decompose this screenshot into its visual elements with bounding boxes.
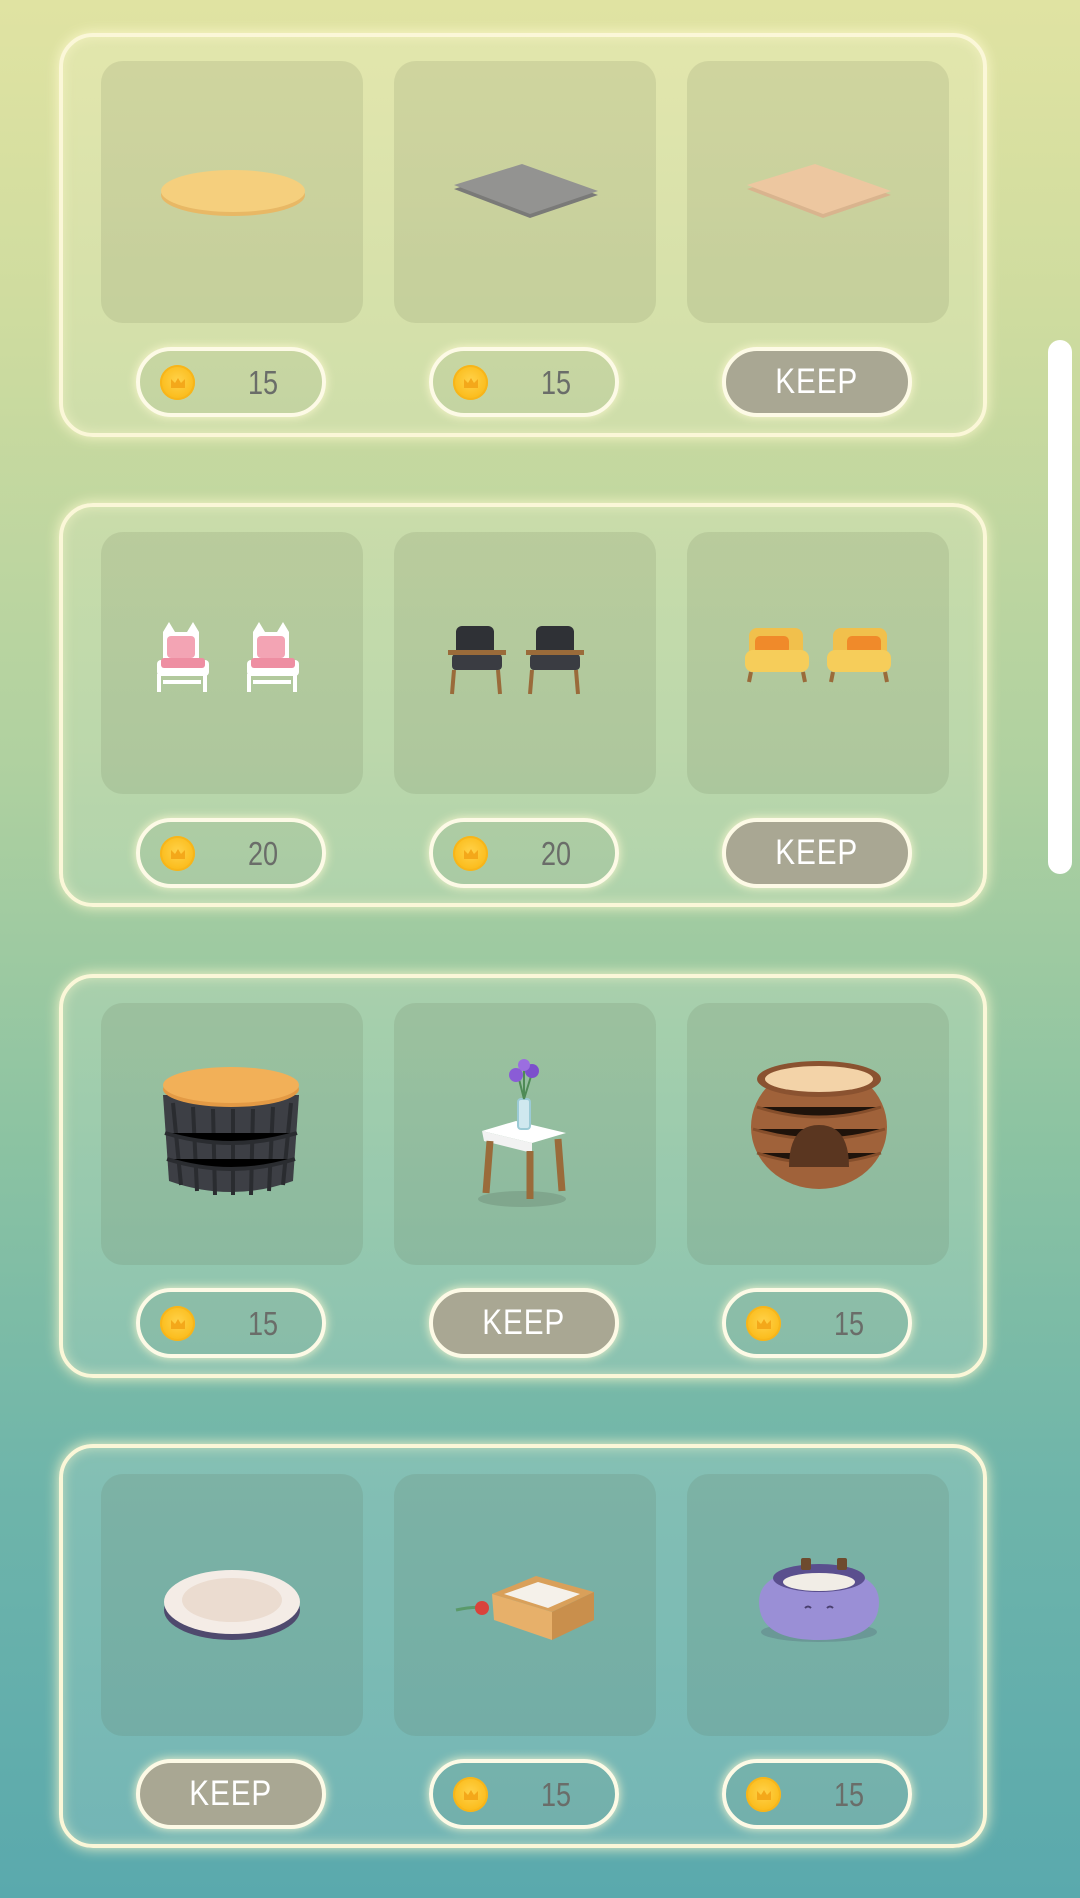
price-amount: 20 [247, 835, 279, 872]
price-amount: 15 [247, 1305, 279, 1342]
item-tile-flower-vase-table[interactable] [394, 1003, 656, 1265]
price-button-pink-cat-chairs[interactable]: 20 [136, 818, 326, 888]
price-button-purple-cat-bed[interactable]: 15 [722, 1759, 912, 1829]
item-tile-cardboard-box-toy[interactable] [394, 1474, 656, 1736]
peach-rug-icon [747, 164, 891, 218]
price-amount: 15 [833, 1305, 865, 1342]
item-tile-gray-rug[interactable] [394, 61, 656, 323]
coin-icon [453, 1777, 488, 1812]
price-amount: 15 [247, 364, 279, 401]
coin-icon [746, 1777, 781, 1812]
purple-cat-bed-icon [759, 1558, 879, 1642]
item-tile-pink-cat-chairs[interactable] [101, 532, 363, 794]
wicker-cat-house-icon [751, 1061, 887, 1189]
price-button-wicker-cat-house[interactable]: 15 [722, 1288, 912, 1358]
gray-rug-icon [454, 164, 598, 218]
price-button-black-leather-chairs[interactable]: 20 [429, 818, 619, 888]
coin-icon [746, 1306, 781, 1341]
price-amount: 15 [540, 1776, 572, 1813]
scrollbar-thumb[interactable] [1048, 340, 1072, 874]
price-amount: 15 [540, 364, 572, 401]
keep-label: KEEP [189, 1774, 273, 1813]
item-tile-woven-side-table[interactable] [101, 1003, 363, 1265]
item-tile-round-cushion-bed[interactable] [101, 1474, 363, 1736]
price-amount: 20 [540, 835, 572, 872]
coin-icon [160, 365, 195, 400]
pink-cat-chairs-icon [157, 622, 299, 692]
price-button-woven-side-table[interactable]: 15 [136, 1288, 326, 1358]
price-button-gray-rug[interactable]: 15 [429, 347, 619, 417]
black-leather-chairs-icon [448, 626, 584, 695]
price-button-round-yellow-rug[interactable]: 15 [136, 347, 326, 417]
keep-label: KEEP [482, 1303, 566, 1342]
item-tile-black-leather-chairs[interactable] [394, 532, 656, 794]
coin-icon [453, 836, 488, 871]
round-yellow-rug-icon [161, 170, 305, 216]
keep-label: KEEP [775, 833, 859, 872]
coin-icon [160, 1306, 195, 1341]
item-tile-purple-cat-bed[interactable] [687, 1474, 949, 1736]
keep-button-yellow-armchairs[interactable]: KEEP [722, 818, 912, 888]
coin-icon [453, 365, 488, 400]
round-cushion-bed-icon [164, 1570, 300, 1640]
item-tile-round-yellow-rug[interactable] [101, 61, 363, 323]
keep-button-peach-rug[interactable]: KEEP [722, 347, 912, 417]
woven-side-table-icon [163, 1067, 299, 1196]
coin-icon [160, 836, 195, 871]
cardboard-box-toy-icon [455, 1576, 594, 1640]
price-amount: 15 [833, 1776, 865, 1813]
flower-vase-table-icon [478, 1059, 566, 1207]
item-tile-wicker-cat-house[interactable] [687, 1003, 949, 1265]
price-button-cardboard-box-toy[interactable]: 15 [429, 1759, 619, 1829]
keep-button-round-cushion-bed[interactable]: KEEP [136, 1759, 326, 1829]
item-tile-peach-rug[interactable] [687, 61, 949, 323]
yellow-armchairs-icon [745, 628, 891, 683]
keep-label: KEEP [775, 362, 859, 401]
item-tile-yellow-armchairs[interactable] [687, 532, 949, 794]
keep-button-flower-vase-table[interactable]: KEEP [429, 1288, 619, 1358]
